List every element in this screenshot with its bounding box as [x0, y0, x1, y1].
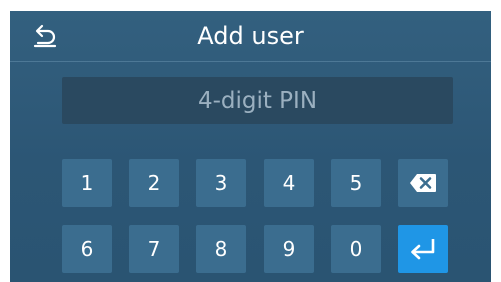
- header-bar: Add user: [10, 11, 491, 62]
- pin-input[interactable]: [62, 77, 453, 124]
- enter-return-icon: [411, 239, 435, 260]
- backspace-icon: [410, 174, 436, 192]
- key-4[interactable]: 4: [264, 159, 314, 207]
- add-user-screen: Add user 1 2 3 4 5 6 7 8 9 0: [10, 11, 491, 282]
- enter-button[interactable]: [398, 225, 448, 273]
- page-title: Add user: [197, 22, 304, 50]
- key-3[interactable]: 3: [196, 159, 246, 207]
- key-2[interactable]: 2: [129, 159, 179, 207]
- key-8[interactable]: 8: [196, 225, 246, 273]
- key-6[interactable]: 6: [62, 225, 112, 273]
- key-9[interactable]: 9: [264, 225, 314, 273]
- key-0[interactable]: 0: [331, 225, 381, 273]
- key-1[interactable]: 1: [62, 159, 112, 207]
- backspace-button[interactable]: [398, 159, 448, 207]
- key-5[interactable]: 5: [331, 159, 381, 207]
- key-7[interactable]: 7: [129, 225, 179, 273]
